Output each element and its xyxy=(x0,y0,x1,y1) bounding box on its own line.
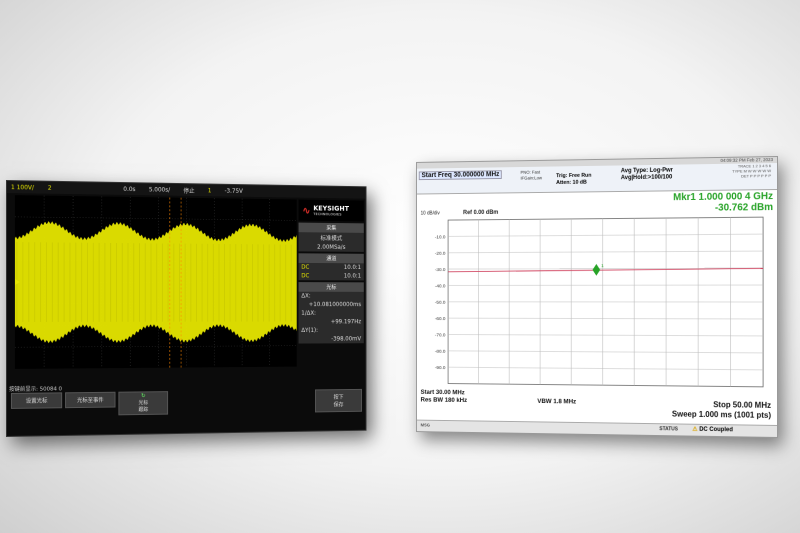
channel-row: DC 10.0:1 xyxy=(299,263,364,272)
stop-freq-label: Stop 50.00 MHz xyxy=(713,400,772,410)
grid-line xyxy=(15,217,297,221)
ifgain-setting: IFGain:Low xyxy=(520,175,543,181)
waveform-display xyxy=(14,195,297,369)
avg-type: Avg Type: Log-Pwr xyxy=(620,167,673,175)
det-row: DET P P P P P P xyxy=(741,173,772,179)
marker-number: 1 xyxy=(601,263,604,269)
analyzer-status-bar: MSG STATUS ⚠ DC Coupled xyxy=(416,419,778,437)
waveform-envelope xyxy=(14,220,297,344)
keysight-logo: ∿ KEYSIGHT TECHNOLOGIES xyxy=(298,199,364,222)
dc-coupled-warning: ⚠ DC Coupled xyxy=(692,426,733,434)
trace-table: TRACE 1 2 3 4 5 6 TYPE M W W W W W DET P… xyxy=(732,163,771,179)
time-delay[interactable]: 0.0s xyxy=(123,186,135,193)
cursors-panel[interactable]: 光标 ΔX: +10.081000000ms 1/ΔX: +99.197Hz Δ… xyxy=(298,282,364,344)
warning-icon: ⚠ xyxy=(692,426,698,433)
ch2-scale[interactable]: 2 xyxy=(48,184,52,191)
scope-side-panel: ∿ KEYSIGHT TECHNOLOGIES 采集 标准模式 2.00MSa/… xyxy=(298,199,364,392)
sample-rate: 2.00MSa/s xyxy=(317,243,346,251)
cursors-header: 光标 xyxy=(298,282,364,292)
channel-probe: 10.0:1 xyxy=(343,264,362,271)
avg-hold: Avg|Hold:>100/100 xyxy=(620,174,673,182)
channels-header: 通道 xyxy=(298,253,364,264)
softkey-bar: 设置光标 光标至事件 ↻ 光标 跟踪 按下 保存 xyxy=(7,388,366,433)
keysight-wave-icon: ∿ xyxy=(302,203,311,217)
vbw-label: VBW 1.8 MHz xyxy=(537,398,577,406)
run-state: 停止 xyxy=(183,187,195,195)
grid-line xyxy=(15,346,297,347)
spectrum-analyzer-screen: 04:09:32 PM Feb 27, 2023 Start Freq 30.0… xyxy=(416,156,778,438)
y-tick-label: -10.0 xyxy=(435,234,446,240)
sweep-label: Sweep 1.000 ms (1001 pts) xyxy=(671,409,772,420)
inv-dx-value: +99.197Hz xyxy=(330,318,362,326)
y-tick-label: -50.0 xyxy=(435,300,446,306)
dx-label: ΔX: xyxy=(301,292,311,300)
acquire-mode: 标准模式 xyxy=(320,235,343,243)
trigger-channel: 1 xyxy=(207,186,212,194)
y-tick-label: -30.0 xyxy=(435,267,446,273)
trigger-level[interactable]: -3.75V xyxy=(225,187,243,194)
channel-probe: 10.0:1 xyxy=(343,272,362,280)
acquire-panel[interactable]: 采集 标准模式 2.00MSa/s xyxy=(298,222,364,252)
start-freq-label: Start 30.00 MHz xyxy=(420,388,465,397)
start-freq-field[interactable]: Start Freq 30.000000 MHz xyxy=(418,170,503,181)
y-tick-label: -40.0 xyxy=(435,283,446,289)
y-tick-label: -90.0 xyxy=(435,365,446,371)
pno-setting: PNO: Fast xyxy=(520,169,541,175)
analyzer-settings-header: Start Freq 30.000000 MHz PNO: Fast IFGai… xyxy=(416,163,778,195)
trigger-setting: Trig: Free Run xyxy=(556,172,592,180)
spectrum-plot: -10.0 -20.0 -30.0 -40.0 -50.0 -60.0 -70.0 -80.0… xyxy=(435,205,769,395)
dy-value: -398.00mV xyxy=(331,335,362,343)
timebase[interactable]: 5.000s/ xyxy=(149,186,170,193)
channel-coupling: DC xyxy=(301,272,310,280)
softkey-press-save[interactable]: 按下 保存 xyxy=(314,388,363,413)
atten-setting: Atten: 10 dB xyxy=(556,179,587,186)
oscilloscope-screen: 1 100V/ 2 0.0s 5.000s/ 停止 1 -3.75V ∿ KEY… xyxy=(6,180,367,437)
softkey-cursor-track[interactable]: ↻ 光标 跟踪 xyxy=(118,391,169,416)
dy-label: ΔY(1): xyxy=(301,327,318,334)
status-label: STATUS xyxy=(659,426,679,433)
rbw-label: Res BW 180 kHz xyxy=(420,396,468,404)
softkey-cursor-to-event[interactable]: 光标至事件 xyxy=(65,391,116,409)
brand-sub: TECHNOLOGIES xyxy=(313,212,342,217)
channel-coupling: DC xyxy=(301,263,310,271)
inv-dx-label: 1/ΔX: xyxy=(301,309,316,317)
y-tick-label: -70.0 xyxy=(435,332,446,338)
channels-panel[interactable]: 通道 DC 10.0:1 DC 10.0:1 xyxy=(298,253,364,281)
dx-value: +10.081000000ms xyxy=(308,301,362,309)
msg-label: MSG xyxy=(420,422,431,428)
y-tick-label: -80.0 xyxy=(435,349,446,355)
softkey-cursor-track-label: 光标 跟踪 xyxy=(138,400,149,414)
y-tick-label: -60.0 xyxy=(435,316,446,322)
dc-coupled-text: DC Coupled xyxy=(699,426,733,434)
y-tick-label: -20.0 xyxy=(435,251,446,257)
ch1-scale[interactable]: 1 100V/ xyxy=(11,184,34,191)
channel-row: DC 10.0:1 xyxy=(299,272,364,281)
softkey-set-cursor[interactable]: 设置光标 xyxy=(10,392,63,409)
